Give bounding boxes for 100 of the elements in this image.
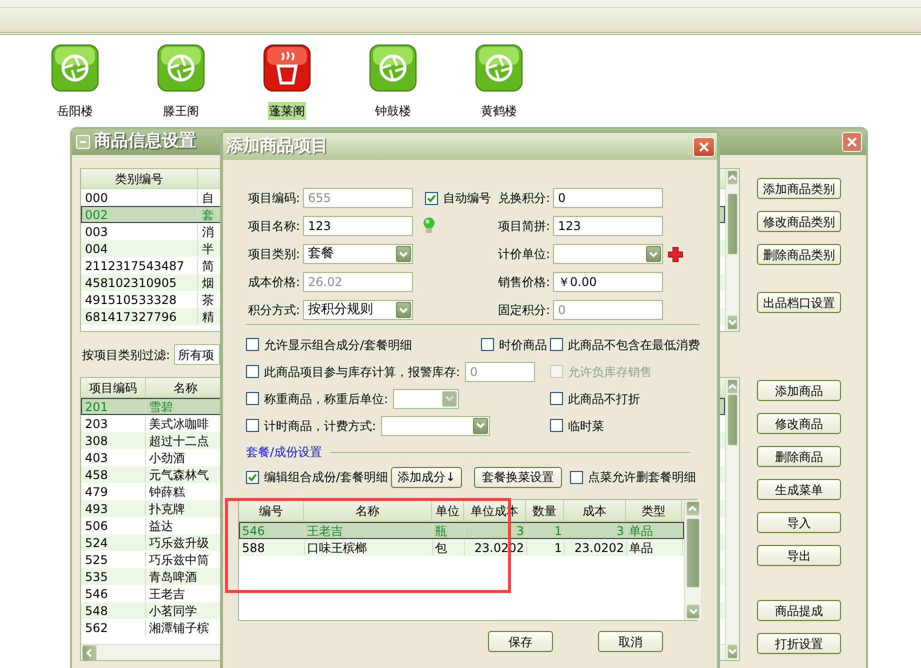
table-cell: 546 [240,523,305,538]
table-cell: 003 [82,224,198,239]
action-button[interactable]: 添加商品类别 [757,178,841,199]
table-cell-text: 青岛啤酒 [148,569,197,584]
action-button[interactable]: 修改商品 [757,413,841,434]
close-button[interactable] [693,136,715,156]
checkbox[interactable] [550,419,563,432]
table-cell: 单品 [627,523,683,538]
scroll-up-button[interactable] [727,170,738,185]
table-cell-text: 自 [201,190,214,205]
table-cell-text: 消 [201,224,214,239]
action-button[interactable]: 添加商品 [757,380,841,401]
table-cell-text: 超过十二点 [148,433,209,448]
scrollbar[interactable] [725,169,739,331]
table-cell: 535 [82,569,146,584]
table-cell: 口味王槟榔 [305,540,433,555]
checkbox[interactable] [246,419,259,432]
table-cell-text: 元气森林气 [148,467,209,482]
location-button[interactable]: 滕王阁 [141,44,221,120]
column-header[interactable]: 数量 [526,500,564,521]
action-button[interactable]: 出品档口设置 [757,292,841,313]
action-button[interactable]: 套餐换菜设置 [474,466,562,488]
column-header[interactable]: 项目编码 [81,378,146,397]
scroll-left-button[interactable] [82,646,96,660]
lightbulb-icon[interactable] [423,217,435,235]
table-cell-text: 小劲酒 [148,450,185,465]
table-cell: 单品 [627,540,683,555]
input-field[interactable]: 123 [303,216,413,236]
checkbox[interactable] [570,470,584,484]
checkbox[interactable] [246,365,259,378]
cup-icon [263,44,311,92]
input-field[interactable]: 0 [553,188,663,208]
dropdown[interactable] [381,416,490,436]
input-field[interactable]: 123 [553,216,663,236]
table-cell: 681417327796 [82,309,198,324]
action-button[interactable]: 删除商品 [757,446,841,467]
field-label: 成本价格: [246,274,300,291]
scroll-up-button[interactable] [727,379,738,394]
add-icon[interactable] [668,246,683,262]
scrollbar[interactable] [725,378,739,660]
table-cell-text: 茶 [201,292,214,307]
dropdown[interactable]: 套餐 [303,244,413,264]
window-menu-icon[interactable] [76,135,90,149]
location-button[interactable]: 钟鼓楼 [353,44,433,120]
scroll-down-button[interactable] [686,604,700,619]
scrollbar[interactable] [684,500,701,620]
table-cell: 203 [82,416,146,431]
action-button[interactable]: 商品提成 [757,600,841,621]
action-button[interactable]: 导出 [757,545,841,566]
field-label: 项目编码: [246,190,300,207]
filter-dropdown[interactable]: 所有项 [174,344,220,365]
field-label: 计价单位: [498,246,551,263]
aperture-icon [157,44,205,92]
dropdown[interactable] [553,244,663,264]
table-cell: 524 [82,535,146,550]
action-button[interactable]: 添加成分↓ [391,466,462,488]
chevron-down-icon [399,306,408,314]
table-cell: 瓶 [433,523,465,538]
checkbox[interactable] [481,338,494,351]
chevron-down-icon [476,422,486,429]
location-button[interactable]: 蓬莱阁 [247,44,327,120]
column-header[interactable]: 类别编号 [81,169,198,188]
close-button[interactable] [842,132,862,152]
checkbox[interactable] [550,392,563,405]
location-button[interactable]: 岳阳楼 [35,44,115,120]
checkbox[interactable] [246,392,259,405]
chevron-up-icon [728,383,737,390]
table-cell-text: 扑克牌 [148,501,185,516]
field-label: 项目名称: [246,218,300,235]
table-cell: 493 [82,501,146,516]
column-header[interactable]: 成本 [564,500,626,521]
table-cell: 562 [82,620,146,635]
checkbox[interactable] [425,192,438,204]
table-cell: 403 [82,450,146,465]
scrollbar-thumb[interactable] [727,193,738,255]
dropdown[interactable]: 按积分规则 [303,300,413,320]
checkbox[interactable] [246,470,259,484]
scrollbar-thumb[interactable] [686,518,700,588]
column-header[interactable]: 类型 [626,500,682,521]
action-button[interactable]: 删除商品类别 [757,244,841,265]
location-button[interactable]: 黄鹤楼 [459,44,539,120]
action-button[interactable]: 修改商品类别 [757,211,841,232]
table-cell: 002 [82,207,198,222]
scrollbar-thumb[interactable] [727,394,738,446]
input-field[interactable]: ￥0.00 [553,272,663,292]
scroll-up-button[interactable] [686,501,700,516]
action-button[interactable]: 打折设置 [757,633,841,654]
checkbox[interactable] [246,338,259,351]
scroll-down-button[interactable] [727,644,738,659]
table-cell: 308 [82,433,146,448]
action-button[interactable]: 导入 [757,512,841,533]
aperture-icon [475,44,523,92]
scroll-down-button[interactable] [727,315,738,330]
table-cell: 2112317543487 [82,258,198,273]
action-button[interactable]: 生成菜单 [757,479,841,500]
dialog-button[interactable]: 取消 [598,631,663,652]
chevron-down-icon [688,608,698,615]
checkbox[interactable] [550,338,563,351]
chevron-left-icon [86,648,93,658]
dialog-button[interactable]: 保存 [488,631,553,652]
